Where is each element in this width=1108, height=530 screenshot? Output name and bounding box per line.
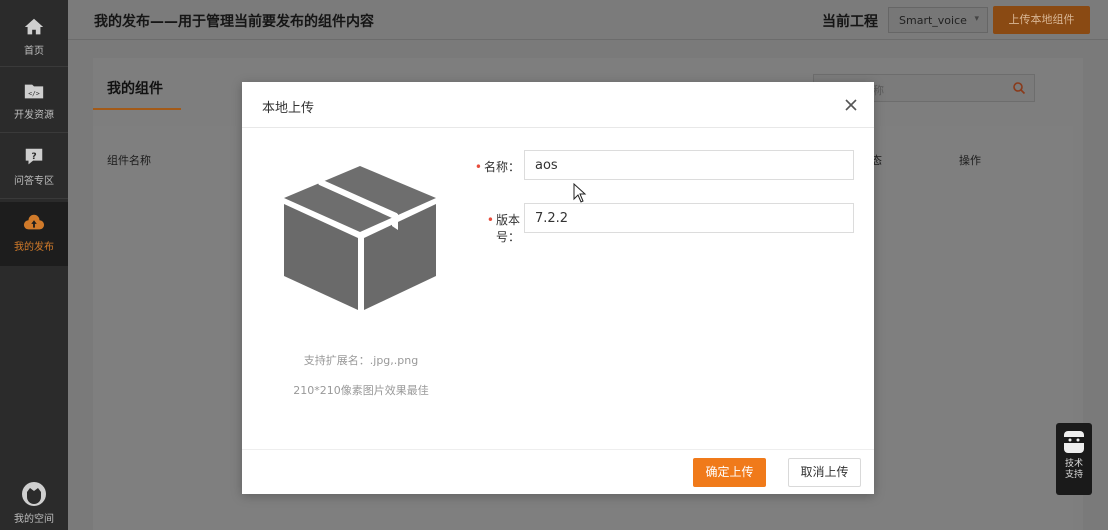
- page-title: 我的发布——用于管理当前要发布的组件内容: [94, 14, 374, 30]
- question-icon: ?: [25, 148, 43, 165]
- column-header-name: 组件名称: [107, 154, 151, 167]
- ninja-mascot-icon: [1064, 431, 1084, 453]
- sidebar-item-dev-resources[interactable]: </> 开发资源: [0, 70, 68, 134]
- column-header-actions: 操作: [959, 154, 981, 167]
- dialog-header: 本地上传: [242, 82, 874, 128]
- close-icon[interactable]: [842, 96, 860, 114]
- required-marker: •: [486, 213, 494, 227]
- name-field[interactable]: [524, 150, 854, 180]
- upload-local-component-button[interactable]: 上传本地组件: [993, 6, 1090, 34]
- home-icon: [24, 18, 44, 35]
- tech-support-label: 技术 支持: [1064, 459, 1083, 480]
- local-upload-dialog: 本地上传 支持扩展名：.jpg,.png 210*210像素图片效果最佳 • 名称…: [242, 82, 874, 494]
- sidebar: 首页 </> 开发资源 ? 问答专区 我的发布 我的空间: [0, 0, 68, 530]
- package-box-icon[interactable]: [280, 158, 440, 318]
- code-folder-icon: </>: [24, 84, 44, 99]
- search-icon[interactable]: [1012, 81, 1026, 95]
- version-label: • 版本号：: [464, 211, 520, 245]
- sidebar-item-label: 问答专区: [14, 176, 54, 187]
- tech-support-button[interactable]: 技术 支持: [1056, 423, 1092, 495]
- svg-text:?: ?: [31, 151, 36, 162]
- chevron-down-icon: ▾: [974, 14, 979, 24]
- sidebar-item-home[interactable]: 首页: [0, 6, 68, 70]
- required-marker: •: [474, 160, 482, 174]
- sidebar-item-label: 开发资源: [14, 110, 54, 121]
- sidebar-item-label: 首页: [24, 46, 44, 57]
- mouse-cursor-icon: [573, 183, 587, 203]
- extension-hint: 支持扩展名：.jpg,.png: [303, 354, 419, 367]
- version-field[interactable]: [524, 203, 854, 233]
- sidebar-item-qa[interactable]: ? 问答专区: [0, 136, 68, 200]
- top-header: 我的发布——用于管理当前要发布的组件内容 当前工程 Smart_voice ▾ …: [68, 0, 1108, 40]
- project-select[interactable]: Smart_voice ▾: [888, 7, 988, 33]
- cancel-upload-button[interactable]: 取消上传: [788, 458, 861, 487]
- sidebar-item-my-publish[interactable]: 我的发布: [0, 202, 68, 266]
- sidebar-divider: [0, 198, 68, 199]
- tab-my-components[interactable]: 我的组件: [107, 78, 163, 98]
- sidebar-divider: [0, 66, 68, 67]
- avatar-icon: [22, 482, 46, 506]
- svg-text:</>: </>: [28, 90, 40, 98]
- project-label: 当前工程: [822, 14, 878, 30]
- name-label-text: 名称：: [483, 160, 520, 174]
- size-hint: 210*210像素图片效果最佳: [293, 384, 429, 397]
- dialog-title: 本地上传: [262, 101, 315, 116]
- name-label: • 名称：: [464, 158, 520, 175]
- tab-active-indicator: [93, 108, 181, 110]
- cloud-upload-icon: [23, 214, 45, 230]
- confirm-upload-button[interactable]: 确定上传: [693, 458, 766, 487]
- sidebar-divider: [0, 132, 68, 133]
- sidebar-item-my-space[interactable]: 我的空间: [0, 475, 68, 530]
- sidebar-item-label: 我的空间: [14, 514, 54, 525]
- version-label-text: 版本号：: [495, 213, 520, 244]
- dialog-footer-divider: [242, 449, 874, 450]
- project-select-value: Smart_voice: [899, 14, 967, 27]
- sidebar-item-label: 我的发布: [14, 242, 54, 253]
